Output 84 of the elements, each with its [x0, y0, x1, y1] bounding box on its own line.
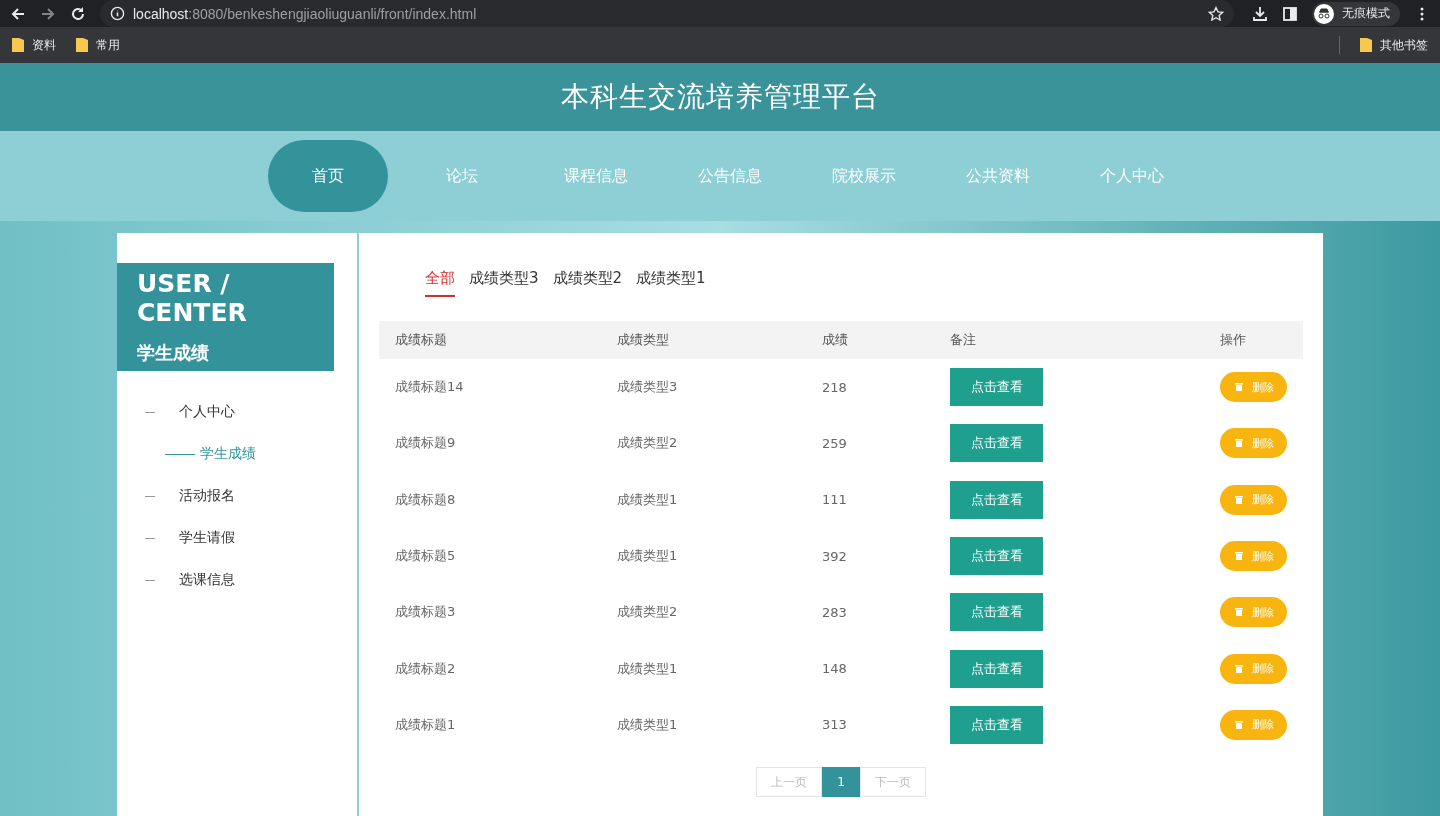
- delete-button[interactable]: 删除: [1220, 372, 1287, 403]
- incognito-badge[interactable]: 无痕模式: [1312, 1, 1400, 26]
- sidebar-subheading: 学生成绩: [137, 341, 210, 365]
- delete-button[interactable]: 删除: [1220, 597, 1287, 628]
- side-panel-icon[interactable]: [1282, 5, 1298, 22]
- trash-icon: [1233, 551, 1244, 562]
- delete-button[interactable]: 删除: [1220, 428, 1287, 459]
- reload-icon[interactable]: [70, 5, 86, 22]
- view-button[interactable]: 点击查看: [950, 649, 1043, 688]
- address-bar[interactable]: localhost:8080/benkeshengjiaoliuguanli/front/index.html: [100, 0, 1234, 27]
- view-button[interactable]: 点击查看: [950, 480, 1043, 519]
- download-icon[interactable]: [1252, 5, 1268, 22]
- view-button[interactable]: 点击查看: [950, 368, 1043, 407]
- nav-link[interactable]: 首页: [268, 140, 388, 212]
- table-cell-text: 283: [822, 604, 848, 620]
- trash-icon: [1233, 663, 1244, 674]
- delete-button[interactable]: 删除: [1220, 484, 1287, 515]
- table-cell-text: 392: [822, 548, 848, 564]
- trash-icon: [1233, 494, 1244, 505]
- folder-icon: [76, 38, 88, 52]
- nav-link[interactable]: 论坛: [402, 140, 522, 212]
- nav-link[interactable]: 公告信息: [670, 140, 790, 212]
- trash-icon: [1233, 719, 1244, 730]
- nav-link[interactable]: 院校展示: [804, 140, 924, 212]
- sidebar-item[interactable]: 选课信息: [117, 559, 357, 601]
- table-cell-text: 成绩标题2: [394, 659, 457, 678]
- table-cell-text: 成绩类型3: [617, 378, 679, 397]
- forward-icon[interactable]: [40, 5, 56, 22]
- view-button[interactable]: 点击查看: [950, 537, 1043, 576]
- sidebar-item[interactable]: 个人中心: [117, 391, 357, 433]
- sidebar-heading: USER / CENTER: [137, 269, 248, 327]
- folder-icon: [1360, 38, 1372, 52]
- table-cell-text: 148: [822, 661, 848, 677]
- delete-button[interactable]: 删除: [1220, 709, 1287, 740]
- table-cell-text: 成绩标题14: [394, 378, 465, 397]
- table-cell-text: 成绩类型1: [617, 547, 679, 566]
- table-cell-text: 259: [822, 435, 848, 451]
- site-title: 本科生交流培养管理平台: [560, 79, 880, 115]
- table-cell-text: 成绩类型1: [617, 490, 679, 509]
- table-cell-text: 成绩标题8: [394, 490, 457, 509]
- url-text: localhost:8080/benkeshengjiaoliuguanli/front/index.html: [133, 5, 478, 22]
- sidebar-subitem[interactable]: 学生成绩: [117, 433, 357, 475]
- trash-icon: [1233, 438, 1244, 449]
- delete-button[interactable]: 删除: [1220, 541, 1287, 572]
- table-cell-text: 218: [822, 379, 848, 395]
- view-button[interactable]: 点击查看: [950, 424, 1043, 463]
- bookmark[interactable]: 常用: [76, 36, 120, 54]
- table-cell-text: 313: [822, 717, 848, 733]
- view-button[interactable]: 点击查看: [950, 593, 1043, 632]
- bookmark[interactable]: 其他书签: [1360, 36, 1428, 54]
- incognito-icon: [1314, 3, 1334, 24]
- filter-tab[interactable]: 成绩类型2: [552, 269, 623, 295]
- table-cell-text: 成绩类型1: [617, 715, 679, 734]
- star-icon[interactable]: [1208, 5, 1224, 22]
- nav-link[interactable]: 课程信息: [536, 140, 656, 212]
- table-cell-text: 成绩类型1: [617, 659, 679, 678]
- filter-tab[interactable]: 成绩类型1: [636, 269, 706, 295]
- delete-button[interactable]: 删除: [1220, 653, 1287, 684]
- bookmark[interactable]: 资料: [12, 36, 56, 54]
- column-header: 成绩标题: [394, 331, 448, 349]
- sidebar-item[interactable]: 活动报名: [117, 475, 357, 517]
- column-header: 操作: [1219, 331, 1247, 349]
- filter-tab[interactable]: 成绩类型3: [469, 269, 539, 295]
- trash-icon: [1233, 607, 1244, 618]
- view-button[interactable]: 点击查看: [950, 705, 1043, 744]
- column-header: 备注: [950, 331, 977, 349]
- sidebar-item[interactable]: 学生请假: [117, 517, 357, 559]
- nav-link[interactable]: 公共资料: [938, 140, 1058, 212]
- table-cell-text: 111: [822, 492, 848, 508]
- column-header: 成绩: [822, 331, 849, 349]
- back-icon[interactable]: [10, 5, 26, 22]
- table-cell-text: 成绩标题1: [394, 715, 457, 734]
- nav-link[interactable]: 个人中心: [1072, 140, 1192, 212]
- table-cell-text: 成绩类型2: [617, 434, 679, 453]
- info-icon: [110, 6, 125, 21]
- filter-tab[interactable]: 全部: [425, 269, 455, 297]
- trash-icon: [1233, 382, 1244, 393]
- column-header: 成绩类型: [617, 331, 670, 349]
- table-cell-text: 成绩标题9: [394, 434, 457, 453]
- table-cell-text: 成绩标题3: [394, 603, 457, 622]
- page-button[interactable]: 1: [822, 767, 860, 798]
- table-cell-text: 成绩类型2: [617, 603, 679, 622]
- folder-icon: [12, 38, 24, 52]
- table-cell-text: 成绩标题5: [394, 547, 457, 566]
